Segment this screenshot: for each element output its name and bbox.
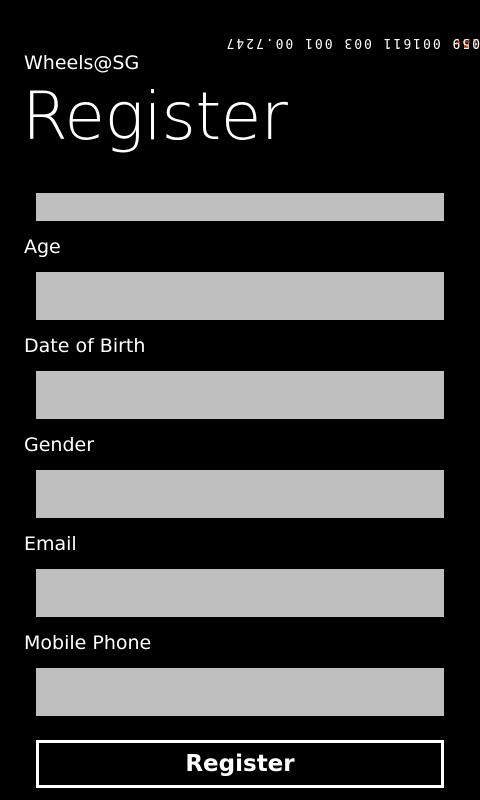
page-title: Register: [22, 78, 288, 155]
gender-field[interactable]: [36, 470, 444, 518]
date-of-birth-label: Date of Birth: [24, 335, 146, 357]
frame-rate-counter: 140 059 001611 003 001 00.7247: [225, 35, 480, 396]
email-label: Email: [24, 533, 77, 555]
email-field[interactable]: [36, 569, 444, 617]
gender-label: Gender: [24, 434, 95, 456]
register-button[interactable]: Register: [36, 740, 444, 788]
age-label: Age: [24, 236, 61, 258]
date-of-birth-field[interactable]: [36, 371, 444, 419]
counter-values: 059 001611 003 001 00.7247: [224, 35, 480, 50]
top-field[interactable]: [36, 193, 444, 221]
mobile-phone-label: Mobile Phone: [24, 632, 152, 654]
age-field[interactable]: [36, 272, 444, 320]
app-name: Wheels@SG: [24, 52, 140, 74]
mobile-phone-field[interactable]: [36, 668, 444, 716]
